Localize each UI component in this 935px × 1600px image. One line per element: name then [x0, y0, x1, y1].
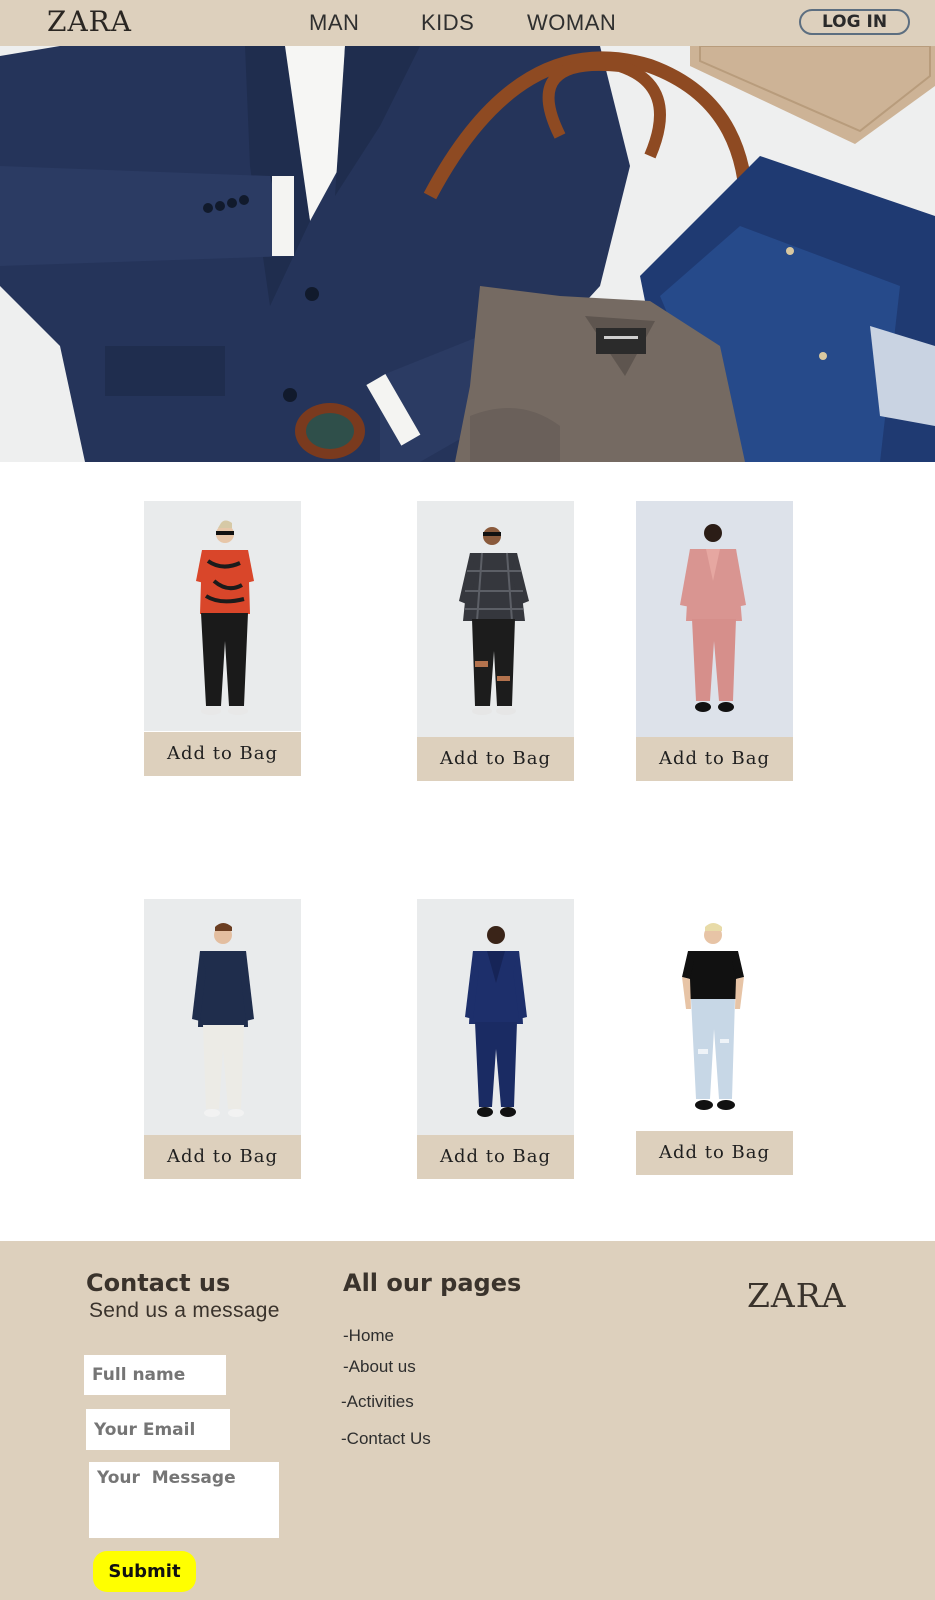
full-name-input[interactable]	[84, 1355, 226, 1395]
pages-title: All our pages	[343, 1269, 522, 1297]
product-card: Add to Bag	[417, 899, 574, 1179]
product-photo[interactable]	[144, 501, 301, 731]
login-button[interactable]: LOG IN	[799, 9, 910, 35]
message-textarea[interactable]	[89, 1462, 279, 1538]
model-illustration	[682, 923, 744, 1110]
add-to-bag-button[interactable]: Add to Bag	[636, 1131, 793, 1175]
product-photo[interactable]	[636, 501, 793, 737]
brand-logo[interactable]: ZARA	[47, 5, 132, 38]
add-to-bag-button[interactable]: Add to Bag	[417, 737, 574, 781]
add-to-bag-button[interactable]: Add to Bag	[144, 732, 301, 776]
product-card: Add to Bag	[144, 501, 301, 776]
product-photo[interactable]	[417, 501, 574, 737]
hero-image	[0, 46, 935, 462]
model-illustration	[680, 524, 746, 712]
footer-link-activities[interactable]: -Activities	[341, 1392, 414, 1412]
footer-link-home[interactable]: -Home	[343, 1326, 394, 1346]
product-card: Add to Bag	[636, 501, 793, 781]
email-input[interactable]	[86, 1409, 230, 1450]
footer-link-about[interactable]: -About us	[343, 1357, 416, 1377]
product-card: Add to Bag	[636, 899, 793, 1175]
nav-item-woman[interactable]: WOMAN	[527, 10, 616, 36]
add-to-bag-button[interactable]: Add to Bag	[417, 1135, 574, 1179]
footer: Contact us Send us a message Submit All …	[0, 1241, 935, 1600]
add-to-bag-button[interactable]: Add to Bag	[144, 1135, 301, 1179]
model-illustration	[196, 520, 254, 715]
submit-button[interactable]: Submit	[93, 1551, 196, 1592]
product-photo[interactable]	[636, 899, 793, 1131]
model-illustration	[459, 527, 529, 715]
top-header: ZARA MAN KIDS WOMAN LOG IN	[0, 0, 935, 46]
contact-title: Contact us	[86, 1269, 231, 1297]
nav-item-kids[interactable]: KIDS	[421, 10, 474, 36]
footer-brand-logo[interactable]: ZARA	[747, 1276, 846, 1315]
add-to-bag-button[interactable]: Add to Bag	[636, 737, 793, 781]
footer-link-contact[interactable]: -Contact Us	[341, 1429, 431, 1449]
nav-item-man[interactable]: MAN	[309, 10, 359, 36]
product-card: Add to Bag	[144, 899, 301, 1179]
contact-subtitle: Send us a message	[89, 1299, 280, 1322]
product-photo[interactable]	[144, 899, 301, 1135]
model-illustration	[465, 926, 527, 1117]
product-photo[interactable]	[417, 899, 574, 1135]
hero-flatlay-illustration	[0, 46, 935, 462]
model-illustration	[192, 923, 254, 1117]
product-card: Add to Bag	[417, 501, 574, 781]
